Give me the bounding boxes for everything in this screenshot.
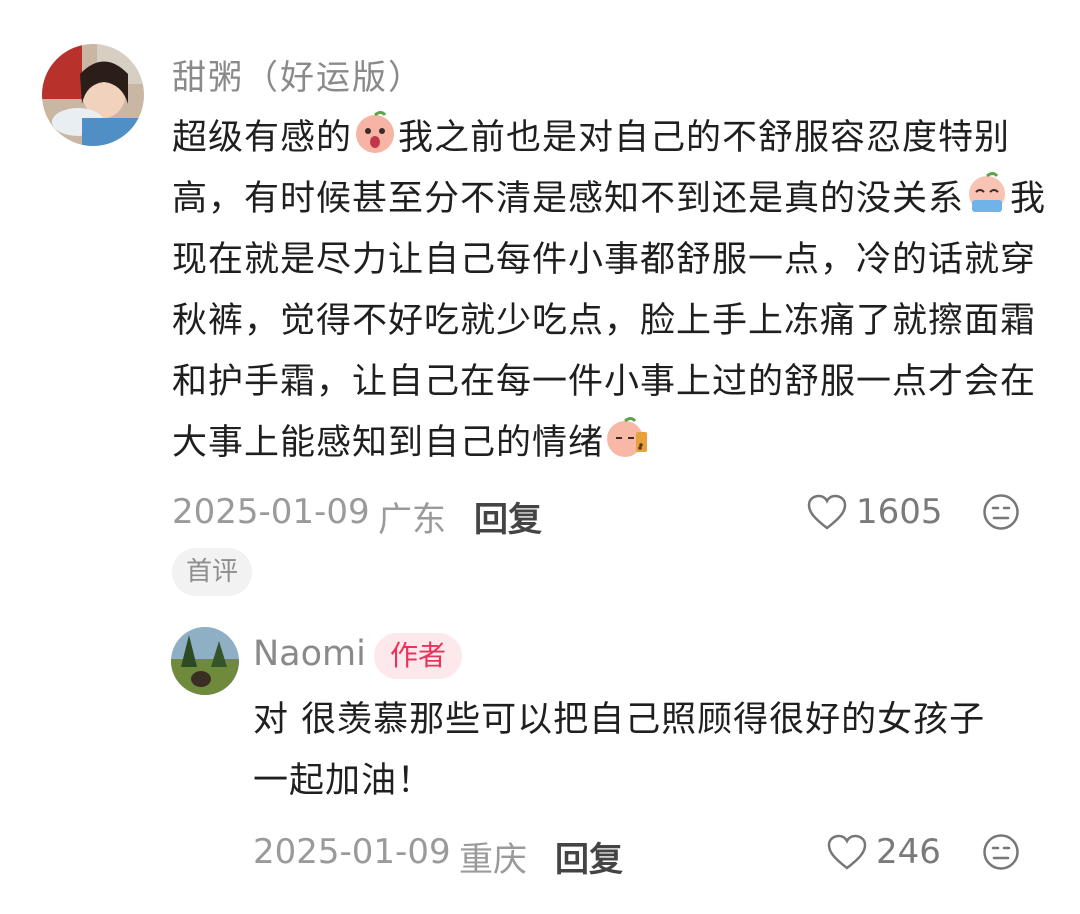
comment-location: 广东 [378,500,446,540]
first-comment-badge: 首评 [172,548,253,596]
neutral-face-icon [983,834,1019,870]
reply-like-button[interactable]: 246 [826,832,941,872]
comment-reply-button[interactable]: 回复 [474,492,542,541]
comment-dislike-button[interactable] [982,493,1020,535]
comment-like-count: 1605 [856,492,943,532]
peach-crying-emoji [969,172,1006,212]
comment-like-button[interactable]: 1605 [806,492,943,532]
reply-dislike-button[interactable] [982,833,1020,875]
reply-location: 重庆 [459,840,527,880]
reply-like-count: 246 [876,832,941,872]
reply-text: 对 很羡慕那些可以把自己照顾得很好的女孩子 一起加油！ [253,700,986,801]
comment-text: 超级有感的 我之前也是对自己的不舒服容忍度特别高，有时候甚至分不清是感知不到还是… [172,108,1052,474]
commenter-avatar[interactable] [42,44,144,146]
reply-username[interactable]: Naomi [253,634,366,674]
commenter-username[interactable]: 甜粥（好运版） [172,50,424,99]
reply-reply-button[interactable]: 回复 [555,832,623,881]
comment-text-part-1: 超级有感的 [172,118,353,158]
comment-date: 2025-01-09 [172,492,370,532]
peach-drink-emoji [607,417,648,457]
heart-outline-icon [807,494,847,530]
neutral-face-icon [983,494,1019,530]
reply-avatar[interactable] [171,627,239,695]
heart-outline-icon [827,834,867,870]
author-badge: 作者 [374,633,463,679]
reply-date: 2025-01-09 [253,832,451,872]
peach-shocked-emoji [356,111,395,153]
